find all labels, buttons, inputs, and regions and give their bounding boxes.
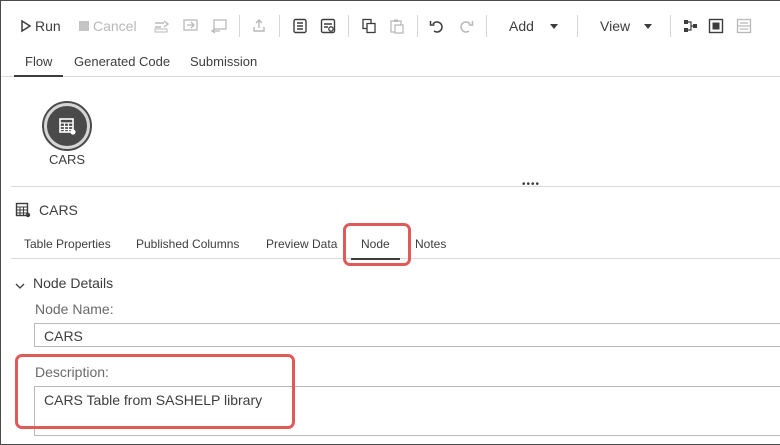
paste-icon [389, 18, 405, 34]
flow-node-label: CARS [48, 152, 86, 167]
image-settings-icon [320, 18, 336, 34]
caret-down-icon [546, 18, 558, 34]
toolbar-separator [417, 15, 418, 37]
move-left-icon [211, 18, 227, 34]
cancel-label: Cancel [93, 18, 137, 34]
tab-label: Generated Code [74, 54, 171, 69]
copy-icon [361, 18, 377, 34]
tab-flow[interactable]: Flow [13, 54, 65, 77]
toggle-details-button[interactable] [736, 15, 752, 37]
details-pane-icon [736, 18, 752, 34]
tab-label: Submission [190, 54, 258, 69]
add-label: Add [509, 18, 534, 34]
flow-canvas[interactable]: CARS [1, 78, 780, 186]
toolbar-separator [239, 15, 240, 37]
toolbar-separator [577, 15, 578, 37]
caret-down-icon [640, 18, 653, 34]
move-left-button[interactable] [211, 15, 227, 37]
panel-splitter[interactable] [11, 186, 780, 187]
splitter-grip[interactable]: •••• [522, 180, 540, 190]
node-name-field[interactable]: CARS [34, 323, 780, 347]
tab-published-columns[interactable]: Published Columns [136, 237, 239, 251]
copy-button[interactable] [361, 15, 377, 37]
undo-button[interactable] [429, 15, 445, 37]
details-header: CARS [15, 202, 78, 218]
tab-label: Preview Data [266, 237, 338, 251]
tab-preview-data[interactable]: Preview Data [266, 237, 337, 251]
run-button[interactable]: Run [18, 15, 61, 37]
view-label: View [600, 18, 631, 34]
top-tab-bar: Flow Generated Code Submission [1, 49, 780, 77]
add-menu-button[interactable]: Add [509, 15, 558, 37]
toolbar: Run Cancel Add View [1, 1, 780, 49]
node-name-label: Node Name: [35, 301, 114, 317]
move-in-icon [183, 18, 199, 34]
move-in-button[interactable] [183, 15, 199, 37]
tab-label: Flow [25, 54, 53, 69]
play-icon [18, 18, 32, 34]
cancel-button[interactable]: Cancel [76, 15, 137, 37]
node-tab-highlight [343, 223, 411, 266]
undo-icon [429, 18, 445, 34]
flow-node-cars[interactable] [44, 103, 90, 149]
chevron-down-icon [15, 278, 25, 289]
move-right-button[interactable] [154, 15, 170, 37]
toolbar-separator [670, 15, 671, 37]
arrange-button[interactable] [683, 15, 699, 37]
arrange-nodes-icon [683, 18, 699, 34]
tab-table-properties[interactable]: Table Properties [24, 237, 111, 251]
toolbar-separator [279, 15, 280, 37]
view-menu-button[interactable]: View [600, 15, 653, 37]
tab-label: Table Properties [24, 237, 111, 251]
description-highlight [15, 354, 295, 429]
document-icon [292, 18, 308, 34]
split-view-button[interactable] [708, 15, 724, 37]
upload-icon [251, 18, 267, 34]
tab-notes[interactable]: Notes [415, 237, 446, 251]
redo-button[interactable] [458, 15, 474, 37]
tab-label: Notes [415, 237, 447, 251]
stop-icon [76, 18, 89, 34]
run-label: Run [35, 18, 61, 34]
table-icon [57, 116, 77, 136]
panel-layout-icon [708, 18, 724, 34]
toolbar-separator [486, 15, 487, 37]
toolbar-separator [348, 15, 349, 37]
table-icon [15, 202, 31, 218]
save-button[interactable] [292, 15, 308, 37]
redo-icon [458, 18, 474, 34]
tab-submission[interactable]: Submission [190, 54, 257, 69]
app-window: Run Cancel Add View Flow Generated Code … [0, 0, 780, 445]
tab-label: Published Columns [136, 237, 240, 251]
export-button[interactable] [251, 15, 267, 37]
section-title: Node Details [33, 275, 114, 291]
node-details-section[interactable]: Node Details [15, 275, 113, 291]
schedule-button[interactable] [320, 15, 336, 37]
paste-button[interactable] [389, 15, 405, 37]
tab-generated-code[interactable]: Generated Code [74, 54, 170, 69]
move-right-icon [154, 18, 170, 34]
details-title: CARS [39, 202, 78, 218]
